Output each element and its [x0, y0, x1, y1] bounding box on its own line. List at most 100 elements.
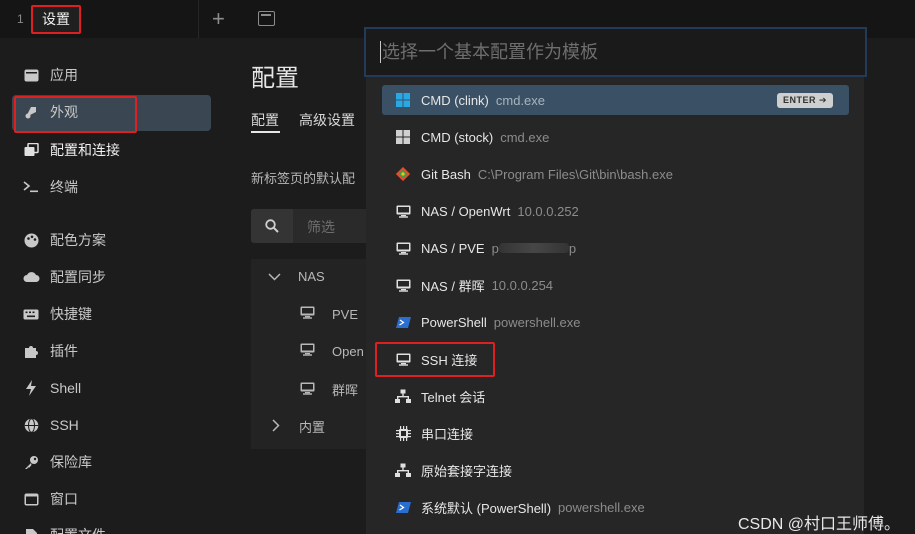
cloud-icon: [22, 268, 40, 286]
tree-group-label: 内置: [299, 420, 326, 435]
tab-advanced[interactable]: 高级设置: [299, 110, 355, 130]
profile-host: 10.0.0.254: [491, 277, 554, 293]
profile-name: NAS / 群晖: [421, 278, 485, 294]
template-search-box: [364, 27, 867, 77]
profile-command: powershell.exe: [558, 499, 645, 515]
monitor-icon: [395, 203, 411, 219]
sidebar-item-label: Shell: [50, 380, 82, 396]
profile-name: 串口连接: [421, 426, 474, 442]
ssh-highlight-box: [375, 342, 495, 377]
default-profile-description: 新标签页的默认配: [251, 171, 356, 186]
profile-option-nas-synology[interactable]: NAS / 群晖 10.0.0.254: [382, 270, 849, 300]
monitor-icon: [300, 343, 315, 359]
window-icon: [22, 490, 40, 508]
monitor-icon: [395, 240, 411, 256]
profile-name: Telnet 会话: [421, 389, 486, 405]
terminal-icon: [22, 178, 40, 196]
text-caret: [380, 41, 381, 63]
sidebar-item-hotkeys[interactable]: 快捷键: [22, 301, 92, 327]
new-tab-button[interactable]: +: [212, 6, 225, 32]
profile-name: NAS / PVE: [421, 240, 485, 256]
profiles-highlight-box: [14, 96, 137, 133]
sidebar-item-label: 终端: [50, 179, 78, 195]
profile-name: NAS / OpenWrt: [421, 203, 511, 219]
tree-item-synology[interactable]: 群晖: [300, 380, 358, 399]
profile-name: 原始套接字连接: [421, 463, 513, 479]
chevron-right-icon: [272, 418, 280, 435]
profile-option-nas-pve[interactable]: NAS / PVE p p: [382, 233, 849, 263]
window-list-icon[interactable]: [258, 11, 275, 26]
profile-host-tail: p: [568, 240, 577, 256]
chip-icon: [395, 425, 411, 441]
profile-name: Git Bash: [421, 166, 471, 182]
tree-item-label: PVE: [332, 306, 359, 322]
profile-option-cmd-clink[interactable]: CMD (clink) cmd.exe ENTER ➔: [382, 85, 849, 115]
sidebar-item-plugins[interactable]: 插件: [22, 338, 78, 364]
page-title: 配置: [251, 65, 299, 92]
powershell-icon: [395, 499, 411, 515]
sidebar-item-sync[interactable]: 配置同步: [22, 264, 106, 290]
sidebar-item-label: 配置文件: [50, 525, 106, 534]
sidebar-item-label: 插件: [50, 343, 78, 359]
sidebar-item-window[interactable]: 窗口: [22, 486, 78, 512]
profile-option-powershell[interactable]: PowerShell powershell.exe: [382, 307, 849, 337]
powershell-icon: [395, 314, 411, 330]
monitor-icon: [395, 277, 411, 293]
profile-host: p: [491, 240, 499, 256]
sidebar-item-label: 配置同步: [50, 269, 106, 285]
active-tab-indicator: [251, 131, 280, 133]
profile-command: cmd.exe: [495, 92, 546, 108]
globe-icon: [22, 416, 40, 434]
profile-name: PowerShell: [421, 314, 487, 330]
monitor-icon: [300, 382, 315, 398]
sidebar-item-label: 快捷键: [50, 306, 92, 322]
sidebar-item-ssh[interactable]: SSH: [22, 412, 79, 438]
profile-option-serial[interactable]: 串口连接: [382, 418, 849, 448]
network-icon: [395, 388, 411, 404]
template-search-input[interactable]: [382, 39, 842, 65]
git-icon: [395, 166, 411, 182]
sidebar-item-terminal[interactable]: 终端: [22, 174, 78, 200]
profile-host: 10.0.0.252: [517, 203, 579, 219]
profile-command: powershell.exe: [493, 314, 581, 330]
csdn-watermark: CSDN @村口王师傅。: [738, 516, 901, 533]
sidebar-item-vault[interactable]: 保险库: [22, 449, 92, 475]
tab-index: 1: [17, 12, 24, 26]
sidebar-item-label: SSH: [50, 417, 79, 433]
puzzle-icon: [22, 342, 40, 360]
tab-settings[interactable]: 设置: [31, 5, 81, 34]
sidebar-item-label: 配置和连接: [50, 142, 120, 158]
tree-item-openwrt[interactable]: Open: [300, 343, 364, 359]
windows-icon: [395, 129, 411, 145]
profile-option-git-bash[interactable]: Git Bash C:\Program Files\Git\bin\bash.e…: [382, 159, 849, 189]
tree-group-builtin[interactable]: 内置: [272, 417, 325, 436]
profile-option-telnet[interactable]: Telnet 会话: [382, 381, 849, 411]
profile-command: cmd.exe: [500, 129, 550, 145]
enter-key-hint: ENTER ➔: [776, 93, 833, 108]
profile-option-cmd-stock[interactable]: CMD (stock) cmd.exe: [382, 122, 849, 152]
sidebar-item-shell[interactable]: Shell: [22, 375, 81, 401]
sidebar-item-app[interactable]: 应用: [22, 62, 78, 88]
sidebar-item-label: 应用: [50, 67, 78, 83]
profile-name: CMD (clink): [421, 92, 489, 108]
chevron-down-icon: [268, 269, 281, 284]
network-icon: [395, 462, 411, 478]
app-icon: [22, 66, 40, 84]
tree-group-nas[interactable]: NAS: [268, 269, 325, 284]
profile-option-nas-openwrt[interactable]: NAS / OpenWrt 10.0.0.252: [382, 196, 849, 226]
bolt-icon: [22, 379, 40, 397]
palette-icon: [22, 231, 40, 249]
tree-item-label: Open: [332, 343, 364, 359]
sidebar-item-label: 窗口: [50, 491, 78, 507]
sidebar-item-colors[interactable]: 配色方案: [22, 227, 106, 253]
tree-item-pve[interactable]: PVE: [300, 306, 358, 322]
profiles-icon: [22, 141, 40, 159]
keyboard-icon: [22, 305, 40, 323]
profile-name: 系统默认 (PowerShell): [421, 500, 552, 516]
key-icon: [22, 453, 40, 471]
sidebar-item-config-file[interactable]: 配置文件: [22, 522, 106, 534]
tree-item-label: 群晖: [332, 383, 359, 398]
sidebar-item-profiles[interactable]: 配置和连接: [22, 137, 120, 163]
tab-profiles[interactable]: 配置: [251, 110, 279, 130]
profile-option-raw-socket[interactable]: 原始套接字连接: [382, 455, 849, 485]
